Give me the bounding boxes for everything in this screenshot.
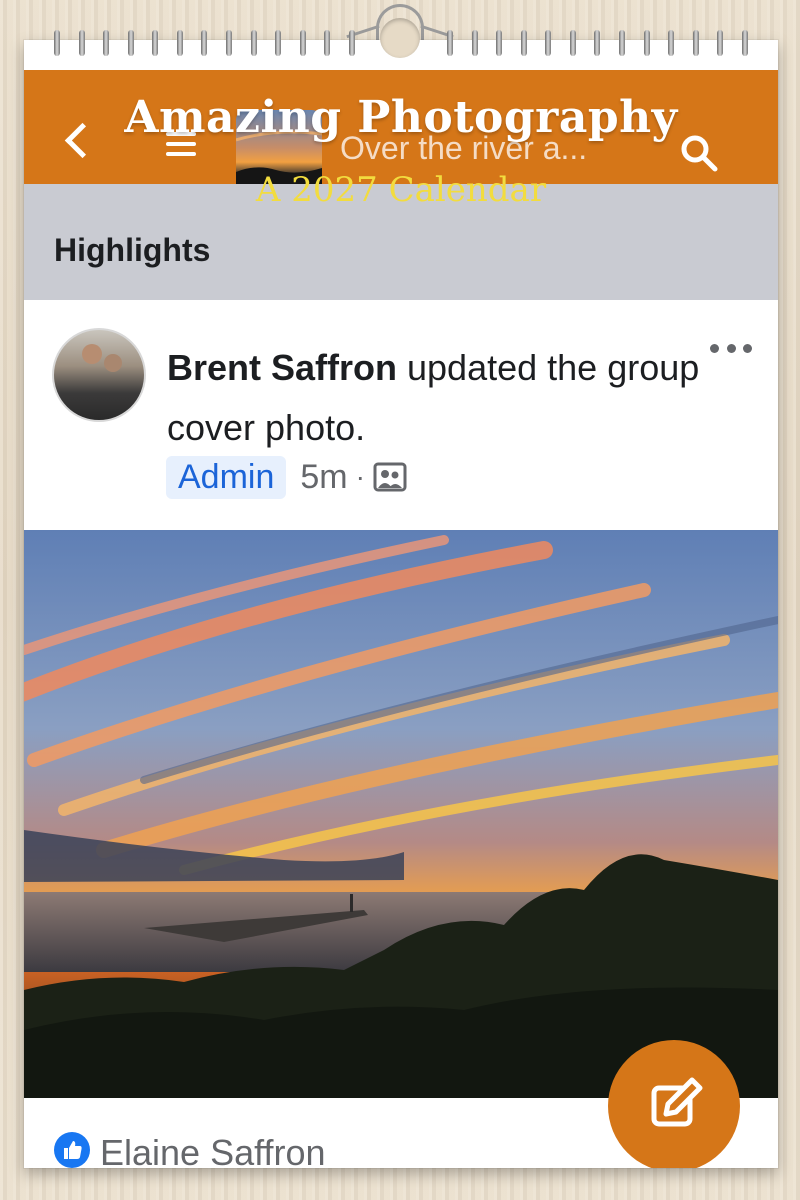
post-time[interactable]: 5m [300,458,347,497]
like-icon [54,1132,90,1168]
more-options-icon[interactable] [710,344,752,358]
liker-name[interactable]: Elaine Saffron [100,1132,326,1168]
compose-button[interactable] [608,1040,740,1168]
spiral-binding [24,30,778,64]
post-header: Brent Saffron updated the group cover ph… [24,300,778,530]
avatar[interactable] [52,328,146,422]
calendar-page: Over the river a... Amazing Photography … [24,40,778,1168]
post-text: Brent Saffron updated the group cover ph… [167,338,707,458]
calendar-subtitle: A 2027 Calendar [255,170,547,210]
meta-separator: · [355,461,365,492]
calendar-title: Amazing Photography [124,92,678,143]
group-icon [373,462,407,492]
admin-badge: Admin [166,455,287,499]
author-name[interactable]: Brent Saffron [167,347,397,388]
section-label: Highlights [54,232,211,268]
edit-icon [651,1077,703,1127]
post-meta: Admin 5m · [166,453,407,501]
cover-photo[interactable] [24,530,778,1098]
